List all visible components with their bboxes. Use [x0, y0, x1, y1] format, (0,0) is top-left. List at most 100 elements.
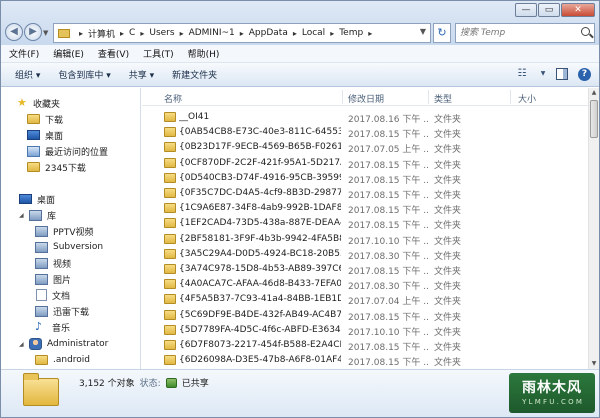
file-row[interactable]: {4A0ACA7C-AFAA-46d8-B433-7EFA0E... 2017.0…	[164, 277, 584, 292]
file-type: 文件夹	[434, 145, 462, 156]
file-row[interactable]: {1C9A6E87-34F8-4ab9-992B-1DAF89... 2017.0…	[164, 201, 584, 216]
file-row[interactable]: {2BF58181-3F9F-4b3b-9942-4FA5B82... 2017.…	[164, 232, 584, 247]
nav-lib-videos[interactable]: 视频	[35, 255, 71, 271]
folder-icon	[27, 162, 40, 172]
chevron-right-icon: ▸	[330, 28, 335, 38]
file-row[interactable]: {6D26098A-D3E5-47b8-A6F8-01AF4B... 2017.0…	[164, 353, 584, 368]
file-name: __OI41	[179, 112, 210, 122]
file-date: 2017.08.15 下午 ...	[348, 206, 428, 217]
nav-desktop-favorite[interactable]: 桌面	[27, 127, 63, 143]
column-divider[interactable]	[342, 90, 343, 104]
scroll-up-icon[interactable]: ▲	[589, 88, 599, 98]
new-folder-button[interactable]: 新建文件夹	[172, 68, 217, 81]
close-button[interactable]: ✕	[561, 3, 595, 17]
refresh-button[interactable]: ↻	[433, 23, 451, 43]
menu-view[interactable]: 查看(V)	[98, 47, 129, 60]
back-button[interactable]: ◀	[5, 23, 23, 41]
menu-file[interactable]: 文件(F)	[9, 47, 39, 60]
breadcrumb-users[interactable]: Users	[149, 28, 174, 38]
nav-lib-subversion[interactable]: Subversion	[35, 239, 103, 255]
minimize-button[interactable]: —	[515, 3, 537, 17]
menu-help[interactable]: 帮助(H)	[188, 47, 220, 60]
folder-icon	[164, 355, 176, 366]
column-divider[interactable]	[510, 90, 511, 104]
breadcrumb-temp[interactable]: Temp	[339, 28, 363, 38]
column-date-header[interactable]: 修改日期	[348, 92, 384, 105]
nav-administrator[interactable]: ◢ Administrator	[19, 336, 108, 352]
file-row[interactable]: {3A74C978-15D8-4b53-AB89-397C6D... 2017.0…	[164, 262, 584, 277]
breadcrumb-local[interactable]: Local	[302, 28, 325, 38]
file-row[interactable]: {0F35C7DC-D4A5-4cf9-8B3D-29877E... 2017.0…	[164, 186, 584, 201]
scroll-thumb[interactable]	[590, 100, 598, 138]
menu-tools[interactable]: 工具(T)	[143, 47, 174, 60]
view-dropdown-icon[interactable]: ▼	[540, 67, 546, 81]
expand-triangle-icon[interactable]: ◢	[19, 212, 27, 219]
file-row[interactable]: {4F5A5B37-7C93-41a4-84BB-1EB1D3... 2017.0…	[164, 292, 584, 307]
breadcrumb-computer[interactable]: 计算机	[88, 27, 115, 40]
include-in-library-button[interactable]: 包含到库中 ▾	[58, 68, 110, 81]
forward-button[interactable]: ▶	[24, 23, 42, 41]
address-dropdown-icon[interactable]: ▼	[420, 27, 426, 36]
file-row[interactable]: {6D7F8073-2217-454f-B588-E2A4CB1... 2017.…	[164, 338, 584, 353]
nav-favorites[interactable]: ★ 收藏夹	[17, 95, 60, 111]
nav-label: 迅雷下载	[53, 307, 90, 318]
expand-triangle-icon[interactable]: ◢	[19, 341, 27, 348]
file-name: {3A5C29A4-D0D5-4924-BC18-20B53A...	[179, 248, 341, 259]
chevron-right-icon: ▸	[368, 28, 373, 38]
video-library-icon	[35, 257, 48, 269]
file-row[interactable]: {0B23D17F-9ECB-4569-B65B-F0261A... 2017.0…	[164, 140, 584, 155]
file-name: {3A74C978-15D8-4b53-AB89-397C6D...	[179, 264, 341, 274]
breadcrumb-c[interactable]: C	[129, 28, 135, 38]
help-icon[interactable]: ?	[578, 67, 591, 81]
organize-button[interactable]: 组织 ▾	[15, 68, 40, 81]
nav-2345-downloads[interactable]: 2345下载	[27, 159, 86, 175]
column-size-header[interactable]: 大小	[518, 92, 536, 105]
breadcrumb-admini[interactable]: ADMINI~1	[189, 28, 235, 38]
scroll-down-icon[interactable]: ▼	[589, 359, 599, 369]
nav-downloads[interactable]: 下载	[27, 111, 63, 127]
file-row[interactable]: {0AB54CB8-E73C-40e3-811C-645539... 2017.0…	[164, 125, 584, 140]
column-name-header[interactable]: 名称	[164, 92, 182, 105]
column-type-header[interactable]: 类型	[434, 92, 452, 105]
nav-lib-pictures[interactable]: 图片	[35, 271, 71, 287]
vertical-scrollbar[interactable]: ▲ ▼	[588, 88, 599, 369]
maximize-button[interactable]: ▭	[538, 3, 560, 17]
nav-lib-music[interactable]: ♪ 音乐	[35, 319, 70, 335]
menu-edit[interactable]: 编辑(E)	[53, 47, 84, 60]
column-divider[interactable]	[428, 90, 429, 104]
search-box[interactable]	[455, 23, 595, 43]
nav-recent-places[interactable]: 最近访问的位置	[27, 143, 108, 159]
music-icon: ♪	[35, 320, 43, 333]
breadcrumb-appdata[interactable]: AppData	[249, 28, 288, 38]
file-type: 文件夹	[434, 206, 462, 217]
state-value: 已共享	[181, 379, 209, 389]
file-list: 名称 修改日期 类型 大小 __OI41 2017.08.16 下午 ... 文件夹…	[142, 88, 588, 369]
file-date: 2017.08.15 下午 ...	[348, 130, 428, 141]
caption-buttons: — ▭ ✕	[515, 3, 595, 17]
file-date: 2017.08.30 下午 ...	[348, 251, 428, 262]
file-date: 2017.08.30 下午 ...	[348, 282, 428, 293]
file-row[interactable]: {0D540CB3-D74F-4916-95CB-39599B... 2017.0…	[164, 171, 584, 186]
search-icon[interactable]	[581, 27, 590, 36]
nav-lib-thunder-downloads[interactable]: 迅雷下载	[35, 303, 89, 319]
file-row[interactable]: {1EF2CAD4-73D5-438a-887E-DEAA4B... 2017.0…	[164, 216, 584, 231]
nav-label: Administrator	[47, 339, 109, 349]
file-row[interactable]: {5C69DF9E-B4DE-432f-AB49-AC4B7C... 2017.0…	[164, 308, 584, 323]
file-row[interactable]: {3A5C29A4-D0D5-4924-BC18-20B53A... 2017.0…	[164, 247, 584, 262]
nav-desktop[interactable]: 桌面	[19, 191, 55, 207]
nav-lib-documents[interactable]: 文档	[35, 287, 70, 303]
file-row[interactable]: {5D7789FA-4D5C-4f6c-ABFD-E363486... 2017.…	[164, 323, 584, 338]
recent-pages-dropdown[interactable]: ▼	[43, 29, 48, 37]
nav-lib-pptv[interactable]: PPTV视频	[35, 223, 94, 239]
change-view-icon[interactable]: ☷	[514, 67, 530, 81]
search-input[interactable]	[456, 24, 574, 42]
file-date: 2017.08.15 下午 ...	[348, 312, 428, 323]
file-row[interactable]: __OI41 2017.08.16 下午 ... 文件夹	[164, 110, 584, 125]
nav-libraries[interactable]: ◢ 库	[19, 207, 56, 223]
nav-label: 图片	[53, 275, 72, 286]
share-button[interactable]: 共享 ▾	[129, 68, 154, 81]
address-bar[interactable]: ▸ 计算机 ▸ C ▸ Users ▸ ADMINI~1 ▸ AppData ▸…	[53, 23, 431, 43]
nav-android-folder[interactable]: .android	[35, 352, 90, 368]
file-row[interactable]: {0CF870DF-2C2F-421f-95A1-5D217AA... 2017.…	[164, 156, 584, 171]
preview-pane-icon[interactable]	[556, 68, 568, 80]
